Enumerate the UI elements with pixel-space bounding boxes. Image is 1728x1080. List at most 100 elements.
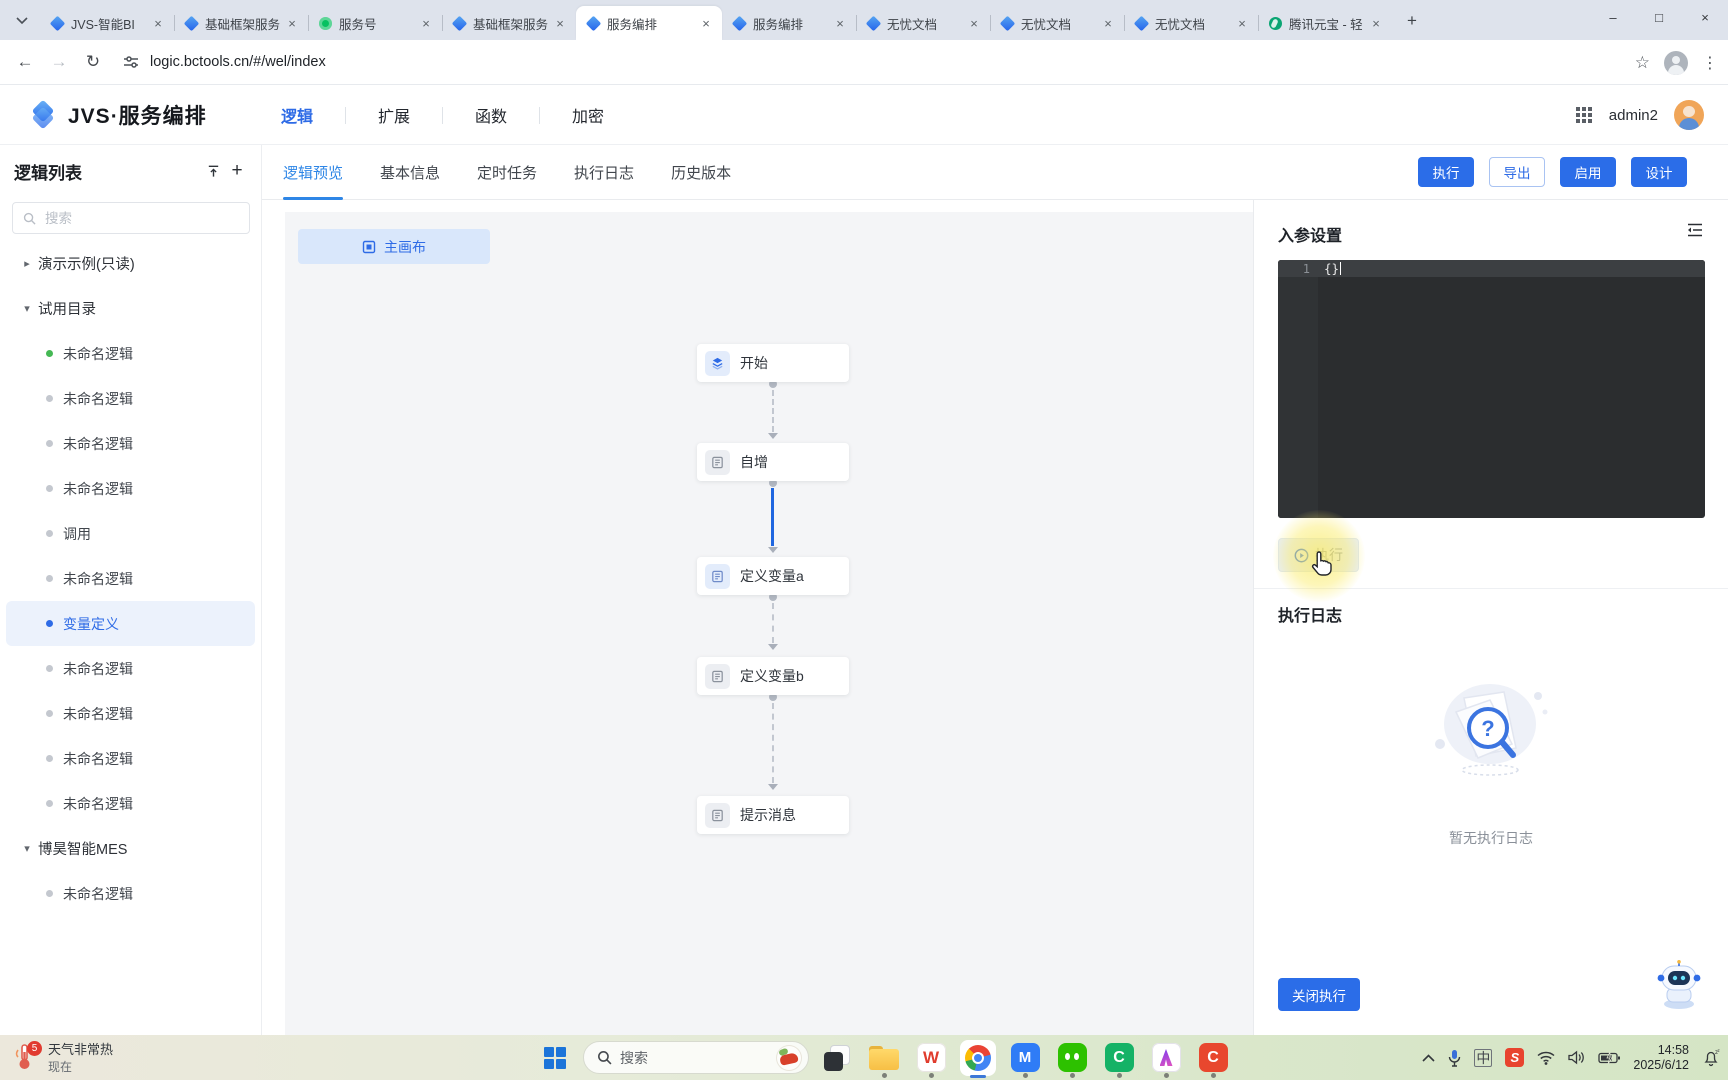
browser-tab[interactable]: JVS-智能BI×	[40, 6, 174, 40]
ai-app-button[interactable]	[1147, 1035, 1185, 1080]
node-start[interactable]: 开始	[697, 344, 849, 382]
tree-item[interactable]: 未命名逻辑	[6, 421, 255, 466]
node-prompt-message[interactable]: 提示消息	[697, 796, 849, 834]
microphone-icon[interactable]	[1448, 1049, 1461, 1067]
tab-close-icon[interactable]: ×	[552, 15, 568, 31]
tab-close-icon[interactable]: ×	[698, 15, 714, 31]
tree-item[interactable]: 未命名逻辑	[6, 736, 255, 781]
window-close-button[interactable]: ×	[1682, 0, 1728, 34]
tree-group-trial[interactable]: ▾ 试用目录	[6, 286, 255, 331]
apps-grid-icon[interactable]	[1575, 106, 1593, 124]
browser-tab[interactable]: 基础框架服务×	[174, 6, 308, 40]
browser-tab[interactable]: 无忧文档×	[856, 6, 990, 40]
enable-button[interactable]: 启用	[1560, 157, 1616, 187]
browser-tab[interactable]: 腾讯元宝 - 轻×	[1258, 6, 1392, 40]
window-maximize-button[interactable]: □	[1636, 0, 1682, 34]
tab-close-icon[interactable]: ×	[150, 15, 166, 31]
nav-item-function[interactable]: 函数	[465, 103, 517, 127]
window-minimize-button[interactable]: –	[1590, 0, 1636, 34]
collapse-panel-icon[interactable]	[1686, 222, 1704, 243]
tab-logic-preview[interactable]: 逻辑预览	[283, 145, 343, 200]
wifi-icon[interactable]	[1537, 1051, 1555, 1065]
reload-icon[interactable]: ↻	[76, 52, 110, 72]
tab-search-button[interactable]	[8, 7, 36, 35]
tree-item[interactable]: 调用	[6, 511, 255, 556]
caret-down-icon[interactable]: ▾	[20, 842, 34, 855]
tab-close-icon[interactable]: ×	[1234, 15, 1250, 31]
tab-close-icon[interactable]: ×	[284, 15, 300, 31]
meeting-app-button[interactable]: C	[1100, 1035, 1138, 1080]
task-view-button[interactable]	[818, 1035, 856, 1080]
wechat-button[interactable]	[1053, 1035, 1091, 1080]
browser-menu-icon[interactable]: ⋮	[1702, 53, 1718, 73]
tree-item[interactable]: 未命名逻辑	[6, 691, 255, 736]
volume-icon[interactable]	[1568, 1050, 1585, 1065]
weather-widget[interactable]: 5 天气非常热 现在	[14, 1039, 113, 1075]
robot-mascot-icon[interactable]	[1655, 960, 1703, 1015]
export-button[interactable]: 导出	[1489, 157, 1545, 187]
tree-item[interactable]: 未命名逻辑	[6, 466, 255, 511]
back-icon[interactable]: ←	[8, 52, 42, 72]
run-button[interactable]: 执行	[1278, 538, 1359, 572]
red-c-app-button[interactable]: C	[1194, 1035, 1232, 1080]
browser-tab-active[interactable]: 服务编排×	[576, 6, 722, 40]
params-code-editor[interactable]: 1 {}	[1278, 260, 1705, 518]
sidebar-search[interactable]	[12, 202, 250, 234]
notification-bell-icon[interactable]: zz	[1702, 1049, 1720, 1067]
sogou-input-icon[interactable]: S	[1505, 1048, 1524, 1067]
tab-basic-info[interactable]: 基本信息	[380, 145, 440, 200]
tab-close-icon[interactable]: ×	[1368, 15, 1384, 31]
battery-icon[interactable]	[1598, 1052, 1620, 1064]
import-icon[interactable]	[201, 159, 225, 183]
url-input[interactable]	[148, 53, 1008, 71]
user-avatar[interactable]	[1674, 100, 1704, 130]
nav-item-extension[interactable]: 扩展	[368, 103, 420, 127]
canvas-surface[interactable]: 主画布 开始	[285, 212, 1253, 1035]
file-explorer-button[interactable]	[865, 1035, 903, 1080]
tab-close-icon[interactable]: ×	[1100, 15, 1116, 31]
caret-down-icon[interactable]: ▾	[20, 302, 34, 315]
tree-group-demo[interactable]: ▸ 演示示例(只读)	[6, 241, 255, 286]
site-settings-icon[interactable]	[122, 53, 140, 71]
chrome-button-active[interactable]	[959, 1035, 997, 1080]
node-increment[interactable]: 自增	[697, 443, 849, 481]
tab-close-icon[interactable]: ×	[966, 15, 982, 31]
tree-item[interactable]: 未命名逻辑	[6, 556, 255, 601]
tree-item[interactable]: 未命名逻辑	[6, 331, 255, 376]
browser-profile-avatar[interactable]	[1664, 51, 1688, 75]
taskbar-clock[interactable]: 14:58 2025/6/12	[1633, 1043, 1689, 1073]
start-button[interactable]	[536, 1035, 574, 1080]
username[interactable]: admin2	[1609, 107, 1658, 124]
wps-button[interactable]: W	[912, 1035, 950, 1080]
mail-app-button[interactable]: M	[1006, 1035, 1044, 1080]
tray-expand-icon[interactable]	[1422, 1054, 1435, 1062]
main-canvas-tab[interactable]: 主画布	[298, 229, 490, 264]
tab-close-icon[interactable]: ×	[832, 15, 848, 31]
taskbar-search[interactable]: 搜索	[583, 1041, 809, 1074]
tree-item[interactable]: 未命名逻辑	[6, 781, 255, 826]
caret-right-icon[interactable]: ▸	[20, 257, 34, 270]
bookmark-star-icon[interactable]: ☆	[1635, 53, 1650, 73]
node-define-var-b[interactable]: 定义变量b	[697, 657, 849, 695]
tab-exec-log[interactable]: 执行日志	[574, 145, 634, 200]
tab-history-version[interactable]: 历史版本	[671, 145, 731, 200]
browser-tab[interactable]: 基础框架服务×	[442, 6, 576, 40]
nav-item-encrypt[interactable]: 加密	[562, 103, 614, 127]
browser-tab[interactable]: 无忧文档×	[990, 6, 1124, 40]
forward-icon[interactable]: →	[42, 52, 76, 72]
node-define-var-a[interactable]: 定义变量a	[697, 557, 849, 595]
tree-item-selected[interactable]: 变量定义	[6, 601, 255, 646]
ime-indicator[interactable]: 中	[1474, 1049, 1492, 1067]
add-logic-icon[interactable]: +	[225, 159, 249, 183]
close-execution-button[interactable]: 关闭执行	[1278, 978, 1360, 1011]
tree-item[interactable]: 未命名逻辑	[6, 376, 255, 421]
tree-item[interactable]: 未命名逻辑	[6, 646, 255, 691]
new-tab-button[interactable]: +	[1398, 7, 1426, 35]
design-button[interactable]: 设计	[1631, 157, 1687, 187]
browser-tab[interactable]: 无忧文档×	[1124, 6, 1258, 40]
browser-tab[interactable]: 服务号×	[308, 6, 442, 40]
connector-solid-blue[interactable]	[771, 488, 774, 546]
nav-item-logic[interactable]: 逻辑	[271, 103, 323, 127]
browser-tab[interactable]: 服务编排×	[722, 6, 856, 40]
search-highlight-food-icon[interactable]	[776, 1045, 802, 1071]
